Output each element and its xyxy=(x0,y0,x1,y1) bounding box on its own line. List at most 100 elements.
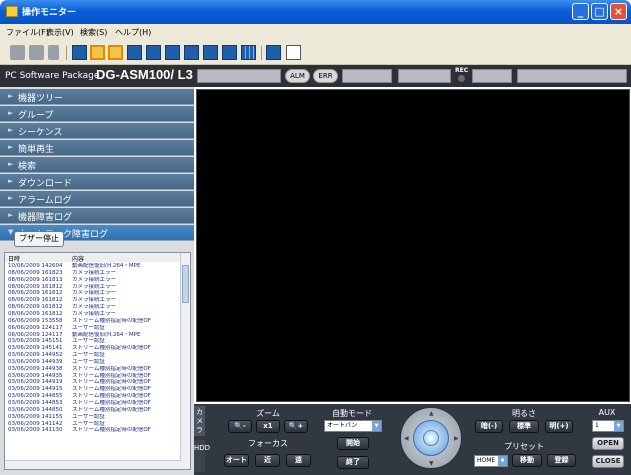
log-row[interactable]: 03/06/2009 144939 ユーザー認証 xyxy=(5,359,181,365)
log-row-date: 03/06/2009 144850 xyxy=(8,406,63,413)
log-row[interactable]: 10/06/2009 142604 動画配信復旧(H.264・MPE xyxy=(5,263,181,269)
log-row[interactable]: 06/06/2009 124117 動画配信復旧(H.264・MPE xyxy=(5,332,181,338)
buzzer-stop-button[interactable]: ブザー停止 xyxy=(14,231,64,247)
single-screen-icon[interactable] xyxy=(108,45,123,60)
close-screen-icon[interactable] xyxy=(266,45,281,60)
focus-far-button[interactable]: 遠 xyxy=(286,454,311,467)
tab-hdd[interactable]: HDD xyxy=(194,440,210,472)
auto-mode-select[interactable]: オートパン ▼ xyxy=(324,420,382,432)
auto-start-button[interactable]: 開始 xyxy=(337,437,369,450)
tab-camera[interactable]: カメラ xyxy=(194,406,205,436)
brightness-normal-button[interactable]: 標準 xyxy=(509,420,539,433)
log-row[interactable]: 08/06/2009 161812 カメラ接続エラー xyxy=(5,297,181,303)
auto-end-button[interactable]: 終了 xyxy=(337,456,369,469)
log-row-date: 03/06/2009 141130 xyxy=(8,427,63,434)
log-row[interactable]: 06/06/2009 153558 ストリーム種別指定時の配信OF xyxy=(5,318,181,324)
log-row[interactable]: 03/06/2009 144938 ストリーム種別指定時の配信OF xyxy=(5,366,181,372)
preset-register-button[interactable]: 登録 xyxy=(547,454,576,467)
menu-file[interactable]: ファイル(F) xyxy=(6,27,49,38)
log-row[interactable]: 08/06/2009 161823 カメラ接続エラー xyxy=(5,270,181,276)
menu-search[interactable]: 検索(S) xyxy=(80,27,107,38)
alm-button[interactable]: ALM xyxy=(285,69,310,83)
pan-tilt-joystick[interactable]: ▲ ▼ ◀ ▶ xyxy=(400,407,462,469)
arrow-up-icon[interactable]: ▲ xyxy=(429,410,434,417)
sidebar-item-group[interactable]: ► グループ xyxy=(0,106,194,122)
sidebar-item-download[interactable]: ► ダウンロード xyxy=(0,174,194,190)
arrow-right-icon[interactable]: ▶ xyxy=(454,435,459,442)
network-error-log-list[interactable]: 日時 内容 10/06/2009 142604 動画配信復旧(H.264・MPE 0… xyxy=(4,252,191,470)
log-row[interactable]: 03/06/2009 144853 ストリーム種別指定時の配信OF xyxy=(5,400,181,406)
log-row[interactable]: 03/06/2009 144952 ユーザー認証 xyxy=(5,352,181,358)
close-button[interactable]: × xyxy=(610,3,627,20)
focus-near-button[interactable]: 近 xyxy=(255,454,280,467)
status-field-3 xyxy=(398,69,451,83)
sidebar-item-alarm-log[interactable]: ► アラームログ xyxy=(0,191,194,207)
log-row[interactable]: 03/06/2009 141130 ストリーム種別指定時の配信OF xyxy=(5,427,181,433)
log-row[interactable]: 03/06/2009 141142 ユーザー認証 xyxy=(5,421,181,427)
sidebar-item-device-tree[interactable]: ► 機器ツリー xyxy=(0,89,194,105)
log-row[interactable]: 06/06/2009 124117 ユーザー認証 xyxy=(5,325,181,331)
aux-open-button[interactable]: OPEN xyxy=(592,437,624,450)
arrow-down-icon[interactable]: ▼ xyxy=(429,460,434,467)
preset-move-button[interactable]: 移動 xyxy=(512,454,542,467)
split-screen-16-icon[interactable] xyxy=(241,45,256,60)
split-screen-10-icon[interactable] xyxy=(203,45,218,60)
aux-close-button[interactable]: CLOSE xyxy=(592,455,624,468)
log-horizontal-scrollbar[interactable] xyxy=(5,460,181,469)
log-row[interactable]: 03/06/2009 144850 ストリーム種別指定時の配信OF xyxy=(5,407,181,413)
maximize-button[interactable]: □ xyxy=(591,3,608,20)
zoom-in-button[interactable]: 🔍+ xyxy=(284,420,308,433)
split-screen-1-icon[interactable] xyxy=(72,45,87,60)
split-screen-6-icon[interactable] xyxy=(146,45,161,60)
menu-view[interactable]: 表示(V) xyxy=(46,27,74,38)
log-row-content: ストリーム種別指定時の配信OF xyxy=(72,317,151,324)
log-row-date: 08/06/2009 161812 xyxy=(8,310,63,317)
log-row[interactable]: 03/06/2009 144915 ストリーム種別指定時の配信OF xyxy=(5,386,181,392)
scroll-thumb[interactable] xyxy=(182,265,189,303)
log-row[interactable]: 08/06/2009 161813 カメラ接続エラー xyxy=(5,277,181,283)
log-row[interactable]: 03/06/2009 145151 ユーザー認証 xyxy=(5,338,181,344)
split-screen-7-icon[interactable] xyxy=(165,45,180,60)
log-row[interactable]: 03/06/2009 144855 ストリーム種別指定時の配信OF xyxy=(5,393,181,399)
menu-help[interactable]: ヘルプ(H) xyxy=(115,27,151,38)
camera-icon[interactable] xyxy=(10,45,25,60)
brightness-bright-button[interactable]: 明(+) xyxy=(545,420,573,433)
log-row-content: ストリーム種別指定時の配信OF xyxy=(72,365,151,372)
brightness-dark-button[interactable]: 暗(-) xyxy=(475,420,503,433)
log-row-content: ユーザー認証 xyxy=(72,413,105,420)
log-row[interactable]: 08/06/2009 161812 カメラ接続エラー xyxy=(5,311,181,317)
zoom-out-button[interactable]: 🔍- xyxy=(228,420,252,433)
joystick-center-icon[interactable] xyxy=(423,430,439,446)
log-row-date: 08/06/2009 161812 xyxy=(8,283,63,290)
zoom-x1-button[interactable]: x1 xyxy=(256,420,280,433)
log-row[interactable]: 03/06/2009 145141 ストリーム種別指定時の配信OF xyxy=(5,345,181,351)
log-row[interactable]: 08/06/2009 161812 カメラ接続エラー xyxy=(5,290,181,296)
log-row[interactable]: 08/06/2009 161812 カメラ接続エラー xyxy=(5,304,181,310)
sidebar-item-sequence[interactable]: ► シーケンス xyxy=(0,123,194,139)
print-icon[interactable] xyxy=(29,45,44,60)
log-row[interactable]: 03/06/2009 141155 ユーザー認証 xyxy=(5,414,181,420)
search-zoom-icon[interactable] xyxy=(286,45,301,60)
log-row-content: ユーザー認証 xyxy=(72,358,105,365)
split-screen-9-icon[interactable] xyxy=(184,45,199,60)
log-row[interactable]: 08/06/2009 161812 カメラ接続エラー xyxy=(5,284,181,290)
log-row[interactable]: 03/06/2009 144919 ストリーム種別指定時の配信OF xyxy=(5,379,181,385)
err-button[interactable]: ERR xyxy=(313,69,338,83)
sidebar-item-search[interactable]: ► 検索 xyxy=(0,157,194,173)
focus-auto-button[interactable]: オート xyxy=(224,454,249,467)
video-display[interactable] xyxy=(196,89,630,402)
log-row[interactable]: 03/06/2009 144935 ストリーム種別指定時の配信OF xyxy=(5,373,181,379)
split-screen-4-icon[interactable] xyxy=(127,45,142,60)
preset-select[interactable]: HOME ▼ xyxy=(474,455,508,467)
arrow-left-icon[interactable]: ◀ xyxy=(404,435,409,442)
sidebar-item-device-error-log[interactable]: ► 機器障害ログ xyxy=(0,208,194,224)
aux-select[interactable]: 1 ▼ xyxy=(592,420,624,432)
minimize-button[interactable]: _ xyxy=(572,3,589,20)
app-icon xyxy=(6,6,18,17)
log-vertical-scrollbar[interactable] xyxy=(180,253,190,469)
sidebar-item-easy-playback[interactable]: ► 簡単再生 xyxy=(0,140,194,156)
split-screen-active-icon[interactable] xyxy=(90,45,105,60)
split-screen-13-icon[interactable] xyxy=(222,45,237,60)
zoom-title: ズーム xyxy=(256,409,280,418)
door-icon[interactable] xyxy=(48,45,59,60)
